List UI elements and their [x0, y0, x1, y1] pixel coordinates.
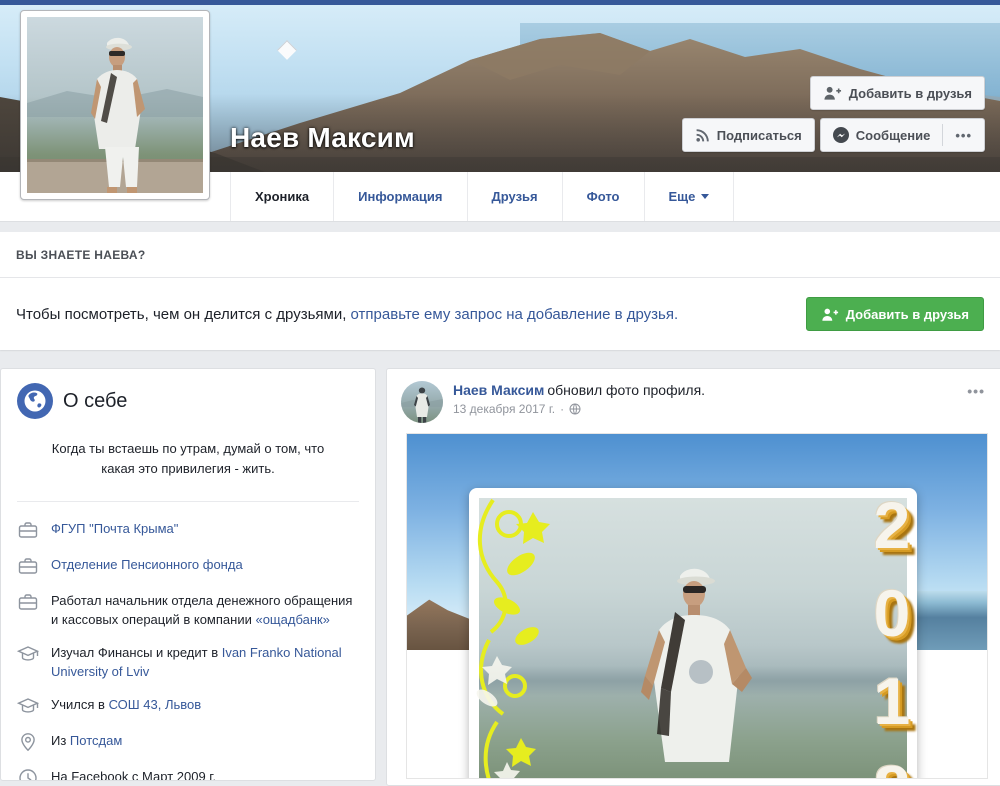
- briefcase-icon: [17, 519, 39, 541]
- add-friend-green-button[interactable]: Добавить в друзья: [806, 297, 984, 331]
- about-item-hometown: Из Потсдам: [17, 732, 359, 753]
- about-item-work-1: ФГУП "Почта Крыма": [17, 520, 359, 541]
- item-text: Изучал Финансы и кредит в: [51, 645, 222, 660]
- hometown-link[interactable]: Потсдам: [70, 733, 122, 748]
- about-divider: [17, 501, 359, 502]
- year-digit: 2: [857, 492, 927, 558]
- year-2018-decoration: 2 0 1 8: [857, 492, 927, 779]
- year-digit: 8: [857, 756, 927, 779]
- follow-button[interactable]: Подписаться: [682, 118, 815, 152]
- post-card: Наев Максимобновил фото профиля. 13 дека…: [386, 368, 1000, 786]
- dot-separator: ·: [560, 402, 564, 416]
- item-text: Учился в: [51, 697, 109, 712]
- post-title: Наев Максимобновил фото профиля.: [453, 382, 961, 398]
- chevron-down-icon: [701, 194, 709, 199]
- about-item-joined: На Facebook с Март 2009 г.: [17, 768, 359, 781]
- post-action-text: обновил фото профиля.: [547, 382, 705, 398]
- tab-more[interactable]: Еще: [645, 172, 735, 221]
- tab-friends[interactable]: Друзья: [468, 172, 563, 221]
- about-item-education-2: Учился в СОШ 43, Львов: [17, 696, 359, 717]
- floral-decoration: [463, 490, 567, 779]
- message-button[interactable]: Сообщение: [821, 119, 943, 151]
- banner-title: ВЫ ЗНАЕТЕ НАЕВА?: [0, 232, 1000, 278]
- banner-body: Чтобы посмотреть, чем он делится с друзь…: [0, 278, 1000, 350]
- work-link[interactable]: «ощадбанк»: [255, 612, 329, 627]
- about-item-work-3: Работал начальник отдела денежного обращ…: [17, 592, 359, 629]
- cover-more-button[interactable]: •••: [943, 119, 984, 151]
- man-figure: [597, 550, 807, 779]
- follow-rss-icon: [695, 128, 710, 143]
- profile-name: Наев Максим: [230, 122, 415, 154]
- about-card: О себе Когда ты встаешь по утрам, думай …: [0, 368, 376, 781]
- work-link[interactable]: Отделение Пенсионного фонда: [51, 557, 243, 572]
- work-link[interactable]: ФГУП "Почта Крыма": [51, 521, 178, 536]
- profile-picture-image: [27, 17, 203, 193]
- green-button-label: Добавить в друзья: [846, 307, 969, 322]
- tab-about[interactable]: Информация: [334, 172, 467, 221]
- follow-label: Подписаться: [717, 128, 802, 143]
- education-link[interactable]: СОШ 43, Львов: [109, 697, 202, 712]
- year-digit: 0: [857, 580, 927, 646]
- globe-badge-icon: [17, 383, 53, 419]
- add-friend-button[interactable]: Добавить в друзья: [810, 76, 985, 110]
- do-you-know-banner: ВЫ ЗНАЕТЕ НАЕВА? Чтобы посмотреть, чем о…: [0, 232, 1000, 350]
- tab-about-label: Информация: [358, 189, 442, 204]
- post-subtitle: 13 декабря 2017 г. ·: [453, 402, 961, 416]
- banner-text: Чтобы посмотреть, чем он делится с друзь…: [16, 306, 806, 323]
- post-more-button[interactable]: •••: [961, 381, 991, 423]
- avatar[interactable]: [401, 381, 443, 423]
- tab-timeline[interactable]: Хроника: [230, 172, 334, 221]
- clock-icon: [17, 767, 39, 781]
- location-pin-icon: [17, 731, 39, 753]
- avatar-image: [401, 381, 443, 423]
- send-friend-request-link[interactable]: отправьте ему запрос на добавление в дру…: [351, 306, 679, 323]
- profile-picture[interactable]: [20, 10, 210, 200]
- person-plus-icon: [823, 85, 842, 101]
- message-more-group: Сообщение •••: [820, 118, 985, 152]
- post-header: Наев Максимобновил фото профиля. 13 дека…: [387, 369, 1000, 433]
- tab-timeline-label: Хроника: [255, 189, 309, 204]
- bio-text: Когда ты встаешь по утрам, думай о том, …: [45, 439, 331, 479]
- privacy-globe-icon: [569, 403, 581, 415]
- post-date[interactable]: 13 декабря 2017 г.: [453, 402, 555, 416]
- messenger-icon: [833, 127, 849, 143]
- tab-photos[interactable]: Фото: [563, 172, 645, 221]
- about-item-work-2: Отделение Пенсионного фонда: [17, 556, 359, 577]
- cover-action-row: Подписаться Сообщение •••: [682, 118, 985, 152]
- graduation-cap-icon: [17, 643, 39, 665]
- person-plus-icon: [821, 307, 839, 322]
- graduation-cap-icon: [17, 695, 39, 717]
- framed-profile-photo: 2 0 1 8: [469, 488, 917, 779]
- tab-more-label: Еще: [669, 189, 696, 204]
- tab-friends-label: Друзья: [492, 189, 538, 204]
- about-title: О себе: [63, 390, 127, 413]
- banner-text-plain: Чтобы посмотреть, чем он делится с друзь…: [16, 306, 351, 323]
- post-meta: Наев Максимобновил фото профиля. 13 дека…: [453, 381, 961, 423]
- about-item-education-1: Изучал Финансы и кредит в Ivan Franko Na…: [17, 644, 359, 681]
- item-text: Из: [51, 733, 70, 748]
- tab-photos-label: Фото: [587, 189, 620, 204]
- add-friend-label: Добавить в друзья: [849, 86, 972, 101]
- year-digit: 1: [857, 668, 927, 734]
- item-text: На Facebook с Март 2009 г.: [51, 769, 216, 781]
- briefcase-icon: [17, 555, 39, 577]
- post-author-link[interactable]: Наев Максим: [453, 382, 544, 398]
- briefcase-icon: [17, 591, 39, 613]
- ellipsis-icon: •••: [955, 128, 972, 143]
- message-label: Сообщение: [856, 128, 931, 143]
- facebook-profile-page: Наев Максим Добавить в друзья Подписатьс…: [0, 0, 1000, 786]
- about-header: О себе: [17, 383, 359, 419]
- post-photo[interactable]: 2 0 1 8: [406, 433, 988, 779]
